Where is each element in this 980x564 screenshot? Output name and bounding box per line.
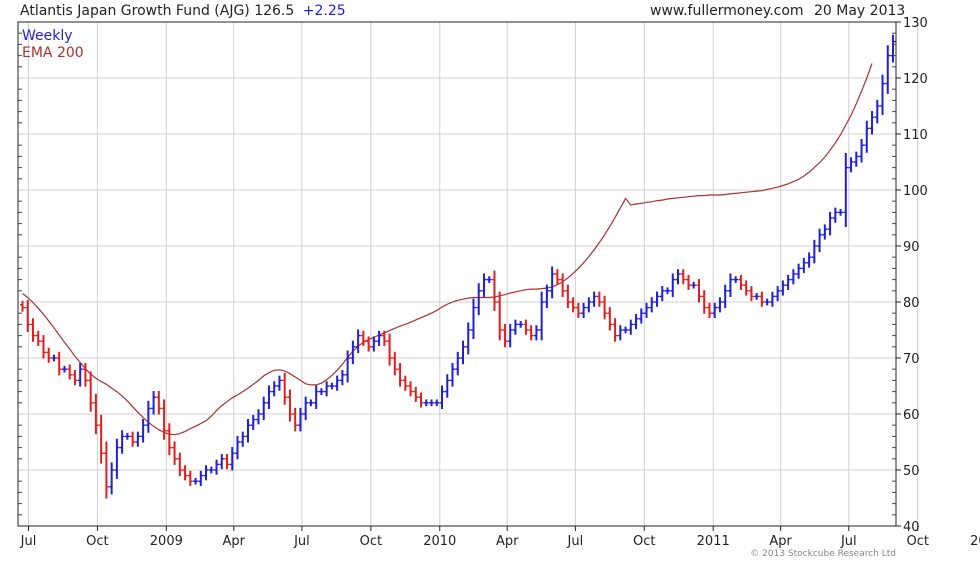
x-tick-label: 2012 (970, 534, 980, 549)
x-tick-label: Jul (567, 534, 584, 549)
x-tick-label: Oct (633, 534, 655, 549)
y-tick-label: 120 (903, 72, 928, 87)
y-tick-label: 130 (903, 16, 928, 31)
chart-title: Atlantis Japan Growth Fund (AJG) 126.5 +… (20, 3, 346, 19)
x-tick-label: Apr (223, 534, 246, 549)
x-tick-label: Oct (360, 534, 382, 549)
chart: 40 50 60 70 80 90 100 110 120 130 Jul Oct 2009 Apr Ju… (0, 0, 980, 560)
date-label: 20 May 2013 (814, 3, 905, 19)
x-tick-label: Oct (86, 534, 108, 549)
chart-svg: 40 50 60 70 80 90 100 110 120 130 Jul Oct 2009 Apr Ju… (0, 0, 980, 560)
site-label: www.fullermoney.com (650, 3, 804, 19)
copyright-label: © 2013 Stockcube Research Ltd (750, 549, 896, 559)
x-tick-label: Jul (840, 534, 857, 549)
x-tick-label: 2009 (150, 534, 183, 549)
y-tick-label: 90 (903, 240, 920, 255)
y-tick-label: 40 (903, 520, 920, 535)
x-tick-label: Jul (20, 534, 37, 549)
y-tick-label: 70 (903, 352, 920, 367)
y-tick-label: 50 (903, 464, 920, 479)
y-tick-label: 110 (903, 128, 928, 143)
legend-ema: EMA 200 (22, 45, 84, 61)
x-tick-label: Apr (496, 534, 519, 549)
x-tick-label: Jul (293, 534, 310, 549)
y-tick-label: 100 (903, 184, 928, 199)
x-tick-label: 2010 (423, 534, 456, 549)
legend-weekly: Weekly (22, 28, 73, 44)
x-tick-label: Oct (906, 534, 928, 549)
y-tick-label: 80 (903, 296, 920, 311)
y-tick-label: 60 (903, 408, 920, 423)
chart-title-text: Atlantis Japan Growth Fund (AJG) 126.5 (20, 3, 294, 19)
chart-title-change: +2.25 (303, 3, 346, 19)
x-tick-label: Apr (769, 534, 792, 549)
x-tick-label: 2011 (697, 534, 730, 549)
